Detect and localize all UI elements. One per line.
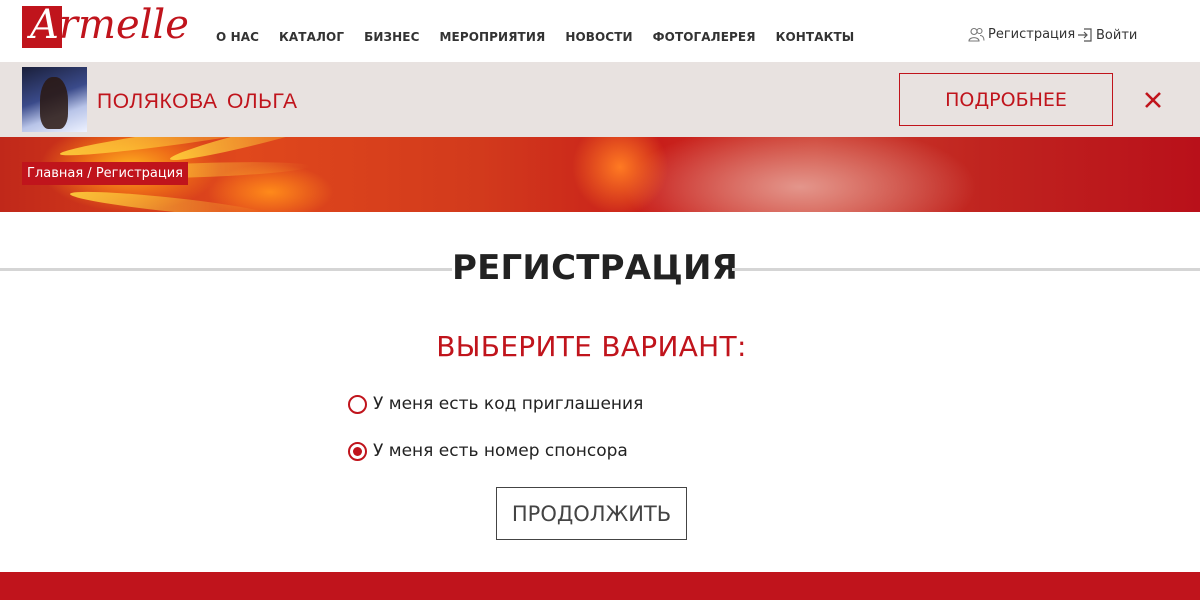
breadcrumb-separator: / (83, 166, 96, 181)
nav-item-events[interactable]: МЕРОПРИЯТИЯ (439, 30, 545, 44)
close-icon[interactable] (1143, 90, 1163, 110)
continue-button[interactable]: ПРОДОЛЖИТЬ (496, 487, 687, 540)
nav-item-news[interactable]: НОВОСТИ (565, 30, 632, 44)
login-link[interactable]: Войти (1077, 27, 1137, 43)
avatar (22, 67, 87, 132)
radio-sponsor-number[interactable] (348, 441, 367, 461)
nav-item-about[interactable]: О НАС (216, 30, 259, 44)
breadcrumb: Главная / Регистрация (22, 162, 188, 185)
armelle-logo[interactable]: Armelle (22, 2, 189, 50)
title-divider-right (732, 268, 1200, 271)
register-link[interactable]: Регистрация (968, 27, 1075, 42)
option-label: У меня есть номер спонсора (373, 441, 628, 461)
users-icon (968, 27, 985, 42)
logo-text: Armelle (30, 2, 189, 48)
hero-banner: Главная / Регистрация (0, 137, 1200, 212)
nav-item-business[interactable]: БИЗНЕС (364, 30, 419, 44)
radio-invite-code[interactable] (348, 394, 367, 414)
register-label: Регистрация (988, 27, 1076, 42)
title-divider-left (0, 268, 452, 271)
option-invite-code[interactable]: У меня есть код приглашения (348, 394, 643, 414)
breadcrumb-home[interactable]: Главная (27, 166, 83, 181)
option-sponsor-number[interactable]: У меня есть номер спонсора (348, 441, 628, 461)
sponsor-profile-bar: ПОЛЯКОВА ОЛЬГА ПОДРОБНЕЕ (0, 62, 1200, 137)
login-label: Войти (1096, 27, 1138, 43)
avatar-silhouette (40, 77, 68, 129)
more-button[interactable]: ПОДРОБНЕЕ (899, 73, 1113, 126)
page-title: РЕГИСТРАЦИЯ (452, 248, 739, 288)
main-nav: О НАС КАТАЛОГ БИЗНЕС МЕРОПРИЯТИЯ НОВОСТИ… (216, 30, 874, 44)
profile-name: ПОЛЯКОВА ОЛЬГА (97, 90, 298, 113)
login-icon (1078, 28, 1092, 42)
footer-bar (0, 572, 1200, 600)
choose-option-heading: ВЫБЕРИТЕ ВАРИАНТ: (436, 330, 747, 363)
nav-item-contacts[interactable]: КОНТАКТЫ (776, 30, 855, 44)
page-title-row: РЕГИСТРАЦИЯ (0, 248, 1200, 292)
option-label: У меня есть код приглашения (373, 394, 644, 414)
nav-item-catalog[interactable]: КАТАЛОГ (279, 30, 344, 44)
banner-petal (69, 187, 270, 212)
breadcrumb-current: Регистрация (95, 166, 183, 181)
site-header: Armelle О НАС КАТАЛОГ БИЗНЕС МЕРОПРИЯТИЯ… (0, 0, 1200, 62)
nav-item-gallery[interactable]: ФОТОГАЛЕРЕЯ (653, 30, 756, 44)
